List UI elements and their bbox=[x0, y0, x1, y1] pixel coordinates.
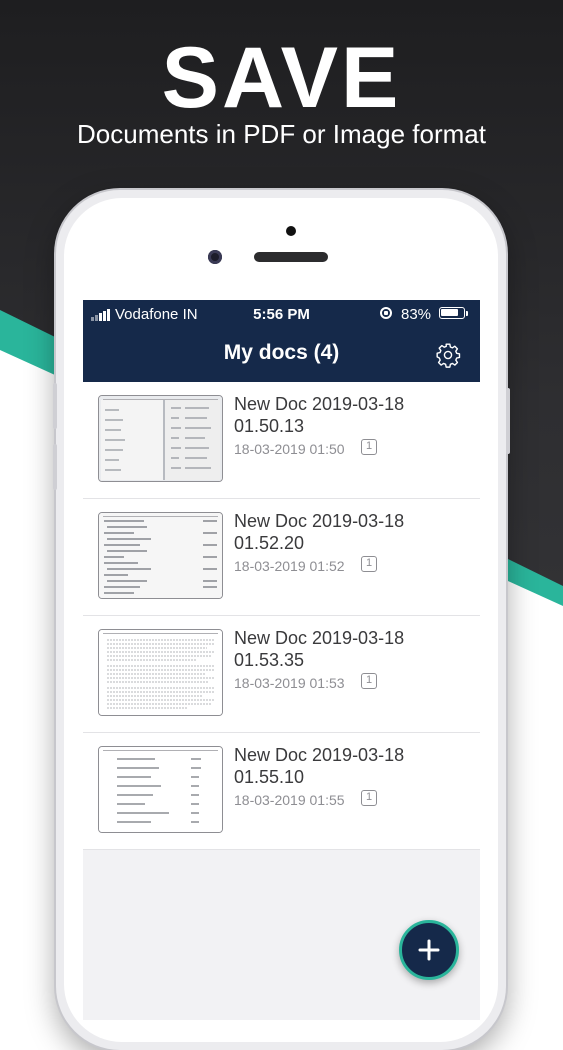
page-count-badge: 1 bbox=[361, 790, 377, 806]
document-name: New Doc 2019-03-18 01.52.20 bbox=[234, 511, 405, 553]
document-date: 18-03-2019 01:53 bbox=[234, 675, 345, 691]
document-row[interactable]: New Doc 2019-03-18 01.52.20 18-03-2019 0… bbox=[83, 499, 480, 616]
promo-headline: SAVE bbox=[161, 30, 402, 126]
document-date: 18-03-2019 01:52 bbox=[234, 558, 345, 574]
document-name: New Doc 2019-03-18 01.50.13 bbox=[234, 394, 405, 436]
app-screen: Vodafone IN 5:56 PM 83% My docs (4) New … bbox=[83, 300, 480, 1020]
volume-down-button bbox=[53, 444, 57, 490]
page-count-badge: 1 bbox=[361, 556, 377, 572]
volume-up-button bbox=[53, 383, 57, 429]
document-thumbnail bbox=[98, 395, 223, 482]
front-sensor bbox=[286, 226, 296, 236]
navigation-bar: Vodafone IN 5:56 PM 83% My docs (4) bbox=[83, 300, 480, 382]
battery-icon bbox=[439, 307, 465, 319]
battery-level bbox=[441, 309, 458, 316]
page-count-badge: 1 bbox=[361, 673, 377, 689]
promo-subhead: Documents in PDF or Image format bbox=[77, 119, 486, 149]
document-thumbnail bbox=[98, 629, 223, 716]
document-date: 18-03-2019 01:50 bbox=[234, 441, 345, 457]
document-row[interactable]: New Doc 2019-03-18 01.50.13 18-03-2019 0… bbox=[83, 382, 480, 499]
battery-percentage: 83% bbox=[401, 306, 432, 323]
document-name: New Doc 2019-03-18 01.55.10 bbox=[234, 745, 405, 787]
document-row[interactable]: New Doc 2019-03-18 01.55.10 18-03-2019 0… bbox=[83, 733, 480, 850]
earpiece-speaker bbox=[254, 252, 328, 262]
document-name: New Doc 2019-03-18 01.53.35 bbox=[234, 628, 405, 670]
document-thumbnail bbox=[98, 746, 223, 833]
power-button bbox=[506, 388, 510, 454]
page-count-badge: 1 bbox=[361, 439, 377, 455]
page-title: My docs (4) bbox=[223, 341, 340, 364]
status-bar: Vodafone IN 5:56 PM 83% bbox=[83, 300, 480, 328]
gear-icon[interactable] bbox=[435, 342, 461, 368]
add-document-button[interactable] bbox=[399, 920, 459, 980]
document-date: 18-03-2019 01:55 bbox=[234, 792, 345, 808]
document-thumbnail bbox=[98, 512, 223, 599]
document-row[interactable]: New Doc 2019-03-18 01.53.35 18-03-2019 0… bbox=[83, 616, 480, 733]
front-camera bbox=[208, 250, 222, 264]
battery-tip bbox=[466, 311, 468, 316]
rotation-lock-icon bbox=[380, 307, 392, 319]
document-list: New Doc 2019-03-18 01.50.13 18-03-2019 0… bbox=[83, 382, 480, 850]
plus-icon bbox=[418, 939, 440, 961]
